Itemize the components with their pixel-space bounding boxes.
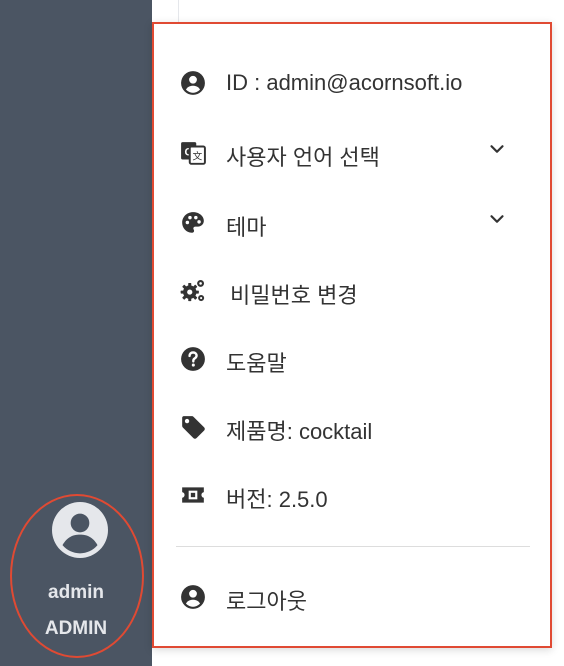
menu-divider [176, 546, 530, 547]
translate-icon: G 文 [181, 142, 206, 165]
tag-icon [182, 416, 205, 439]
menu-item-language-label: 사용자 언어 선택 [226, 145, 380, 170]
menu-item-logout-label: 로그아웃 [226, 589, 307, 614]
menu-item-version-label: 버전: 2.5.0 [226, 487, 328, 512]
account-circle-icon [181, 585, 205, 609]
menu-item-logout[interactable]: 로그아웃 [154, 568, 550, 624]
menu-item-change-password-label: 비밀번호 변경 [230, 283, 358, 308]
menu-item-theme[interactable]: 테마 [154, 194, 550, 250]
user-profile-button[interactable]: admin ADMIN [8, 494, 144, 658]
user-avatar-icon [52, 502, 108, 558]
account-circle-icon [181, 71, 205, 95]
menu-item-id-label: ID : admin@acornsoft.io [226, 70, 463, 95]
menu-item-product-label: 제품명: cocktail [226, 419, 373, 444]
user-dropdown-menu: ID : admin@acornsoft.io G 文 사용자 언어 선택 테마… [152, 22, 552, 648]
background-divider [178, 0, 179, 24]
palette-icon [182, 212, 204, 233]
menu-item-help[interactable]: 도움말 [154, 330, 550, 386]
menu-item-id: ID : admin@acornsoft.io [154, 54, 550, 110]
app-root: admin ADMIN ID : admin@acornsoft.io G 文 … [0, 0, 564, 666]
menu-item-help-label: 도움말 [226, 351, 287, 376]
svg-text:文: 文 [192, 150, 202, 163]
menu-item-change-password[interactable]: 비밀번호 변경 [154, 262, 550, 318]
chevron-down-icon[interactable] [486, 208, 508, 230]
ticket-icon [182, 487, 204, 503]
menu-item-theme-label: 테마 [226, 215, 267, 240]
gears-icon [180, 279, 205, 302]
user-name: admin [48, 582, 104, 603]
help-circle-icon [181, 347, 205, 371]
menu-item-version: 버전: 2.5.0 [154, 466, 550, 522]
menu-item-product: 제품명: cocktail [154, 398, 550, 454]
menu-item-language[interactable]: G 文 사용자 언어 선택 [154, 124, 550, 180]
user-role: ADMIN [44, 618, 108, 639]
sidebar: admin ADMIN [0, 0, 152, 666]
chevron-down-icon[interactable] [486, 138, 508, 160]
